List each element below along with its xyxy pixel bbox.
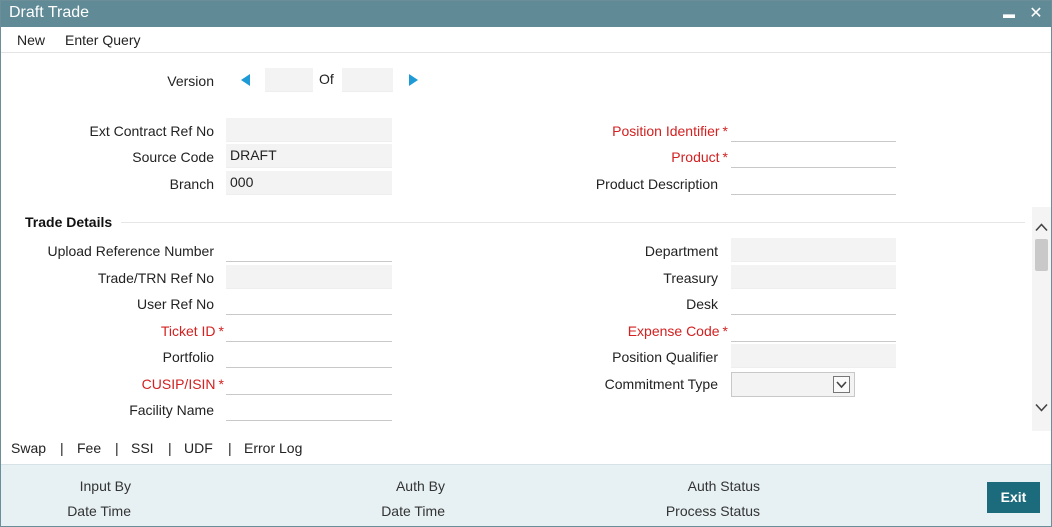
treasury-label: Treasury (663, 270, 718, 286)
ticket-id-label: Ticket ID * (160, 323, 224, 339)
trade-trn-ref-no-field[interactable] (226, 265, 392, 289)
ext-contract-ref-no-field[interactable] (226, 118, 392, 142)
scroll-down-icon[interactable] (1034, 401, 1049, 416)
version-of-label: Of (319, 71, 334, 87)
auth-status-label: Auth Status (687, 478, 760, 494)
facility-name-field[interactable] (226, 397, 392, 421)
ext-contract-ref-no-label: Ext Contract Ref No (89, 123, 215, 139)
branch-label: Branch (169, 176, 214, 192)
menu-bar: New Enter Query (1, 27, 1051, 53)
desk-field[interactable] (731, 291, 896, 315)
upload-reference-number-field[interactable] (226, 238, 392, 262)
position-qualifier-field[interactable] (731, 344, 896, 368)
commitment-type-select[interactable] (731, 372, 855, 397)
audit-footer: Input By Date Time Auth By Date Time Aut… (1, 464, 1051, 526)
auth-date-time-label: Date Time (381, 503, 445, 519)
exit-button[interactable]: Exit (987, 482, 1040, 513)
scroll-thumb[interactable] (1035, 239, 1048, 271)
scroll-up-icon[interactable] (1034, 221, 1049, 236)
tab-swap[interactable]: Swap (11, 440, 46, 456)
department-label: Department (644, 243, 718, 259)
version-label: Version (167, 73, 214, 89)
chevron-down-icon[interactable] (833, 376, 850, 393)
treasury-field[interactable] (731, 265, 896, 289)
input-by-label: Input By (79, 478, 131, 494)
new-menu-item[interactable]: New (17, 32, 45, 48)
date-time-label: Date Time (67, 503, 131, 519)
product-description-label: Product Description (595, 176, 718, 192)
ticket-id-field[interactable] (226, 318, 392, 342)
section-divider (121, 222, 1025, 223)
title-bar: Draft Trade ▬ ✕ (1, 1, 1051, 27)
expense-code-field[interactable] (731, 318, 896, 342)
window-title: Draft Trade (9, 4, 90, 21)
product-field[interactable] (731, 144, 896, 168)
position-qualifier-label: Position Qualifier (612, 349, 718, 365)
process-status-label: Process Status (665, 503, 760, 519)
tab-separator: | (60, 440, 64, 456)
trade-trn-ref-no-label: Trade/TRN Ref No (97, 270, 214, 286)
cusip-isin-label: CUSIP/ISIN * (141, 376, 224, 392)
minimize-icon[interactable]: ▬ (998, 3, 1020, 25)
portfolio-label: Portfolio (162, 349, 214, 365)
cusip-isin-field[interactable] (226, 371, 392, 395)
version-current-field[interactable] (265, 68, 313, 92)
source-code-label: Source Code (132, 149, 214, 165)
enter-query-menu-item[interactable]: Enter Query (65, 32, 140, 48)
user-ref-no-field[interactable] (226, 291, 392, 315)
position-identifier-field[interactable] (731, 118, 896, 142)
upload-reference-number-label: Upload Reference Number (47, 243, 214, 259)
trade-details-title: Trade Details (25, 214, 113, 230)
tab-fee[interactable]: Fee (77, 440, 101, 456)
tab-udf[interactable]: UDF (184, 440, 213, 456)
sub-screen-tabs: Swap | Fee | SSI | UDF | Error Log (1, 433, 1051, 463)
tab-error-log[interactable]: Error Log (244, 440, 302, 456)
next-version-icon[interactable] (409, 74, 418, 86)
commitment-type-label: Commitment Type (604, 376, 718, 392)
form-scrollbar[interactable] (1032, 207, 1051, 431)
tab-separator: | (228, 440, 232, 456)
portfolio-field[interactable] (226, 344, 392, 368)
tab-ssi[interactable]: SSI (131, 440, 154, 456)
product-description-field[interactable] (731, 171, 896, 195)
position-identifier-label: Position Identifier * (612, 123, 728, 139)
facility-name-label: Facility Name (129, 402, 214, 418)
desk-label: Desk (686, 296, 718, 312)
tab-separator: | (115, 440, 119, 456)
tab-separator: | (168, 440, 172, 456)
expense-code-label: Expense Code * (627, 323, 728, 339)
version-total-field[interactable] (342, 68, 393, 92)
department-field[interactable] (731, 238, 896, 262)
branch-field[interactable]: 000 (226, 171, 392, 195)
source-code-field[interactable]: DRAFT (226, 144, 392, 168)
auth-by-label: Auth By (395, 478, 445, 494)
user-ref-no-label: User Ref No (136, 296, 214, 312)
product-label: Product * (671, 149, 728, 165)
close-icon[interactable]: ✕ (1025, 3, 1047, 25)
previous-version-icon[interactable] (241, 74, 250, 86)
draft-trade-window: Draft Trade ▬ ✕ New Enter Query Version … (0, 0, 1052, 527)
